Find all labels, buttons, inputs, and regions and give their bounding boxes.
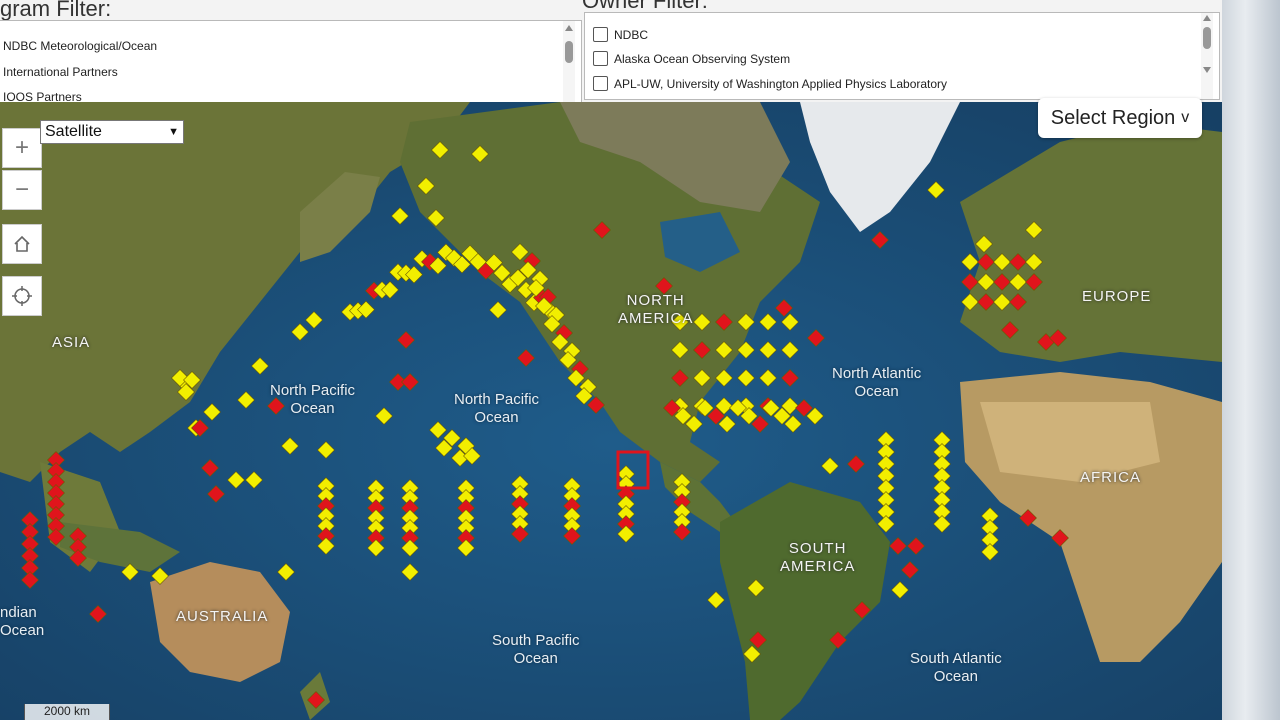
monitor-bezel [1222,0,1280,720]
owner-option-aoos[interactable]: Alaska Ocean Observing System [593,51,790,66]
home-icon [14,235,30,252]
option-label: International Partners [3,65,118,79]
crosshair-icon [12,286,32,306]
filter-bar: gram Filter: NDBC Meteorological/Ocean I… [0,0,1222,104]
label-north-pacific-west: North Pacific Ocean [270,382,356,417]
label-north-america: NORTH AMERICA [618,292,694,327]
program-filter-list[interactable]: NDBC Meteorological/Ocean International … [0,20,582,104]
scroll-thumb[interactable] [565,41,573,63]
program-filter-title: gram Filter: [0,0,112,21]
region-label: Select Region [1050,106,1176,129]
ndbc-checkbox[interactable] [593,27,608,42]
minus-icon: − [14,176,29,203]
chevron-down-icon: ▼ [168,126,179,138]
locate-button[interactable] [2,276,42,316]
owner-scrollbar[interactable] [1201,13,1213,99]
program-option-ndbc[interactable]: NDBC Meteorological/Ocean [3,39,157,53]
scroll-up-arrow[interactable] [1203,15,1211,21]
plus-icon: + [14,134,29,161]
scroll-up-arrow[interactable] [565,25,573,31]
option-label: NDBC [614,27,649,42]
basemap-value: Satellite [45,123,102,140]
owner-filter-list[interactable]: NDBC Alaska Ocean Observing System APL-U… [584,12,1220,100]
zoom-out-button[interactable]: − [2,170,42,210]
option-label: Alaska Ocean Observing System [614,51,791,66]
select-region-button[interactable]: Select Region v [1038,98,1202,138]
owner-option-ndbc[interactable]: NDBC [593,27,648,42]
zoom-in-button[interactable]: + [2,128,42,168]
aoos-checkbox[interactable] [593,51,608,66]
label-north-pacific-east: North Pacific Ocean [454,391,540,426]
home-button[interactable] [2,224,42,264]
label-south-america: SOUTH AMERICA [780,540,856,575]
label-europe: EUROPE [1082,288,1152,305]
map-view[interactable]: ASIA NORTH AMERICA EUROPE AFRICA SOUTH A… [0,102,1222,720]
label-africa: AFRICA [1080,469,1142,486]
apl-uw-checkbox[interactable] [593,76,608,91]
owner-option-apl-uw[interactable]: APL-UW, University of Washington Applied… [593,76,947,91]
scale-bar: 2000 km [24,704,110,720]
program-option-international[interactable]: International Partners [3,65,118,79]
screen: gram Filter: NDBC Meteorological/Ocean I… [0,0,1280,720]
program-scrollbar[interactable] [563,21,575,103]
label-south-pacific: South Pacific Ocean [492,632,580,667]
basemap-select[interactable]: Satellite ▼ [40,120,184,144]
label-australia: AUSTRALIA [176,608,269,625]
scroll-thumb[interactable] [1203,27,1211,49]
label-indian-ocean: ndian Ocean [0,604,45,639]
chevron-down-icon: v [1181,109,1190,126]
label-south-atlantic: South Atlantic Ocean [910,650,1002,685]
option-label: NDBC Meteorological/Ocean [3,39,158,53]
scroll-down-arrow[interactable] [1203,67,1211,73]
label-north-atlantic: North Atlantic Ocean [832,365,922,400]
option-label: APL-UW, University of Washington Applied… [614,76,948,91]
label-asia: ASIA [52,334,91,351]
scale-label: 2000 km [43,704,91,718]
basemap [0,102,1222,720]
